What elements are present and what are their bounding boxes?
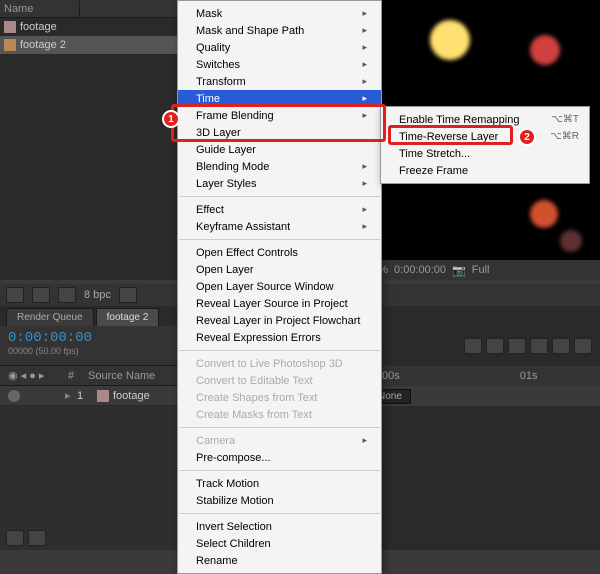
menu-mask-shape-path[interactable]: Mask and Shape Path [178, 22, 381, 39]
submenu-time-stretch[interactable]: Time Stretch... [381, 145, 589, 162]
submenu-enable-time-remapping[interactable]: Enable Time Remapping⌥⌘T [381, 111, 589, 128]
bokeh-light [530, 35, 560, 65]
folder-button[interactable] [32, 287, 50, 303]
shortcut-label: ⌥⌘R [550, 131, 579, 142]
menu-separator [179, 470, 380, 471]
layer-number: 1 [77, 390, 97, 402]
footage-icon [97, 390, 109, 402]
shortcut-label: ⌥⌘T [551, 114, 579, 125]
project-panel: Name footage footage 2 [0, 0, 180, 280]
menu-switches[interactable]: Switches [178, 56, 381, 73]
preview-timecode[interactable]: 0:00:00:00 [394, 264, 446, 276]
menu-select-children[interactable]: Select Children [178, 535, 381, 552]
menu-blending-mode[interactable]: Blending Mode [178, 158, 381, 175]
menu-guide-layer[interactable]: Guide Layer [178, 141, 381, 158]
zoom-icon[interactable] [28, 530, 46, 546]
time-ruler[interactable]: :00s 01s [361, 366, 600, 386]
ruler-tick: :00s [379, 370, 400, 382]
project-item-label: footage 2 [20, 39, 66, 51]
annotation-badge-2: 2 [518, 128, 536, 146]
menu-reveal-in-flowchart[interactable]: Reveal Layer in Project Flowchart [178, 312, 381, 329]
menu-separator [179, 427, 380, 428]
menu-quality[interactable]: Quality [178, 39, 381, 56]
project-columns-header: Name [0, 0, 179, 18]
draft-3d-icon[interactable] [508, 338, 526, 354]
search-icon[interactable] [464, 338, 482, 354]
menu-effect[interactable]: Effect [178, 201, 381, 218]
layer-name: footage [113, 390, 150, 402]
col-number: # [68, 370, 88, 382]
menu-mask[interactable]: Mask [178, 5, 381, 22]
trash-button[interactable] [119, 287, 137, 303]
menu-time[interactable]: Time [178, 90, 381, 107]
menu-camera: Camera [178, 432, 381, 449]
ruler-tick: 01s [520, 370, 538, 382]
new-comp-button[interactable] [58, 287, 76, 303]
menu-reveal-expression-errors[interactable]: Reveal Expression Errors [178, 329, 381, 346]
menu-transform[interactable]: Transform [178, 73, 381, 90]
menu-invert-selection[interactable]: Invert Selection [178, 518, 381, 535]
menu-convert-editable-text: Convert to Editable Text [178, 372, 381, 389]
comp-mini-flowchart-icon[interactable] [486, 338, 504, 354]
bokeh-light [530, 200, 558, 228]
menu-reveal-in-project[interactable]: Reveal Layer Source in Project [178, 295, 381, 312]
col-source-name: Source Name [88, 370, 155, 382]
menu-create-shapes: Create Shapes from Text [178, 389, 381, 406]
preview-toolbar: 50% 0:00:00:00 📷 Full [360, 260, 600, 280]
visibility-toggle-icon[interactable] [8, 390, 20, 402]
footage-icon [4, 21, 16, 33]
camera-icon[interactable]: 📷 [452, 264, 466, 277]
menu-separator [179, 350, 380, 351]
bokeh-light [560, 230, 582, 252]
project-item[interactable]: footage 2 [0, 36, 179, 54]
project-item-label: footage [20, 21, 57, 33]
interpret-button[interactable] [6, 287, 24, 303]
toggle-switches-icon[interactable] [6, 530, 24, 546]
timeline-controls [361, 326, 600, 366]
bit-depth[interactable]: 8 bpc [84, 289, 111, 301]
menu-3d-layer[interactable]: 3D Layer [178, 124, 381, 141]
menu-keyframe-assistant[interactable]: Keyframe Assistant [178, 218, 381, 235]
menu-frame-blending[interactable]: Frame Blending [178, 107, 381, 124]
col-name[interactable]: Name [0, 1, 80, 17]
menu-layer-styles[interactable]: Layer Styles [178, 175, 381, 192]
menu-track-motion[interactable]: Track Motion [178, 475, 381, 492]
col-toggles: ◉ ◂ ● ▸ [8, 369, 68, 382]
menu-separator [179, 196, 380, 197]
project-item[interactable]: footage [0, 18, 179, 36]
menu-create-masks: Create Masks from Text [178, 406, 381, 423]
menu-convert-photoshop-3d: Convert to Live Photoshop 3D [178, 355, 381, 372]
submenu-time-reverse-layer[interactable]: Time-Reverse Layer⌥⌘R [381, 128, 589, 145]
time-submenu: Enable Time Remapping⌥⌘T Time-Reverse La… [380, 106, 590, 184]
timeline-tracks: :00s 01s None [360, 326, 600, 550]
menu-open-layer[interactable]: Open Layer [178, 261, 381, 278]
menu-precompose[interactable]: Pre-compose... [178, 449, 381, 466]
submenu-freeze-frame[interactable]: Freeze Frame [381, 162, 589, 179]
menu-separator [179, 513, 380, 514]
tab-composition[interactable]: footage 2 [96, 308, 160, 326]
resolution-select[interactable]: Full [472, 264, 490, 276]
twirl-icon[interactable]: ▸ [65, 389, 77, 402]
menu-rename[interactable]: Rename [178, 552, 381, 569]
layer-track[interactable]: None [361, 386, 600, 406]
composition-icon [4, 39, 16, 51]
menu-open-layer-source[interactable]: Open Layer Source Window [178, 278, 381, 295]
layer-context-menu: Mask Mask and Shape Path Quality Switche… [177, 0, 382, 574]
graph-editor-icon[interactable] [574, 338, 592, 354]
menu-open-effect-controls[interactable]: Open Effect Controls [178, 244, 381, 261]
bokeh-light [430, 20, 470, 60]
timeline-footer-icons [6, 530, 46, 546]
shy-icon[interactable] [530, 338, 548, 354]
motion-blur-icon[interactable] [552, 338, 570, 354]
menu-separator [179, 239, 380, 240]
tab-render-queue[interactable]: Render Queue [6, 308, 94, 326]
menu-stabilize-motion[interactable]: Stabilize Motion [178, 492, 381, 509]
annotation-badge-1: 1 [162, 110, 180, 128]
